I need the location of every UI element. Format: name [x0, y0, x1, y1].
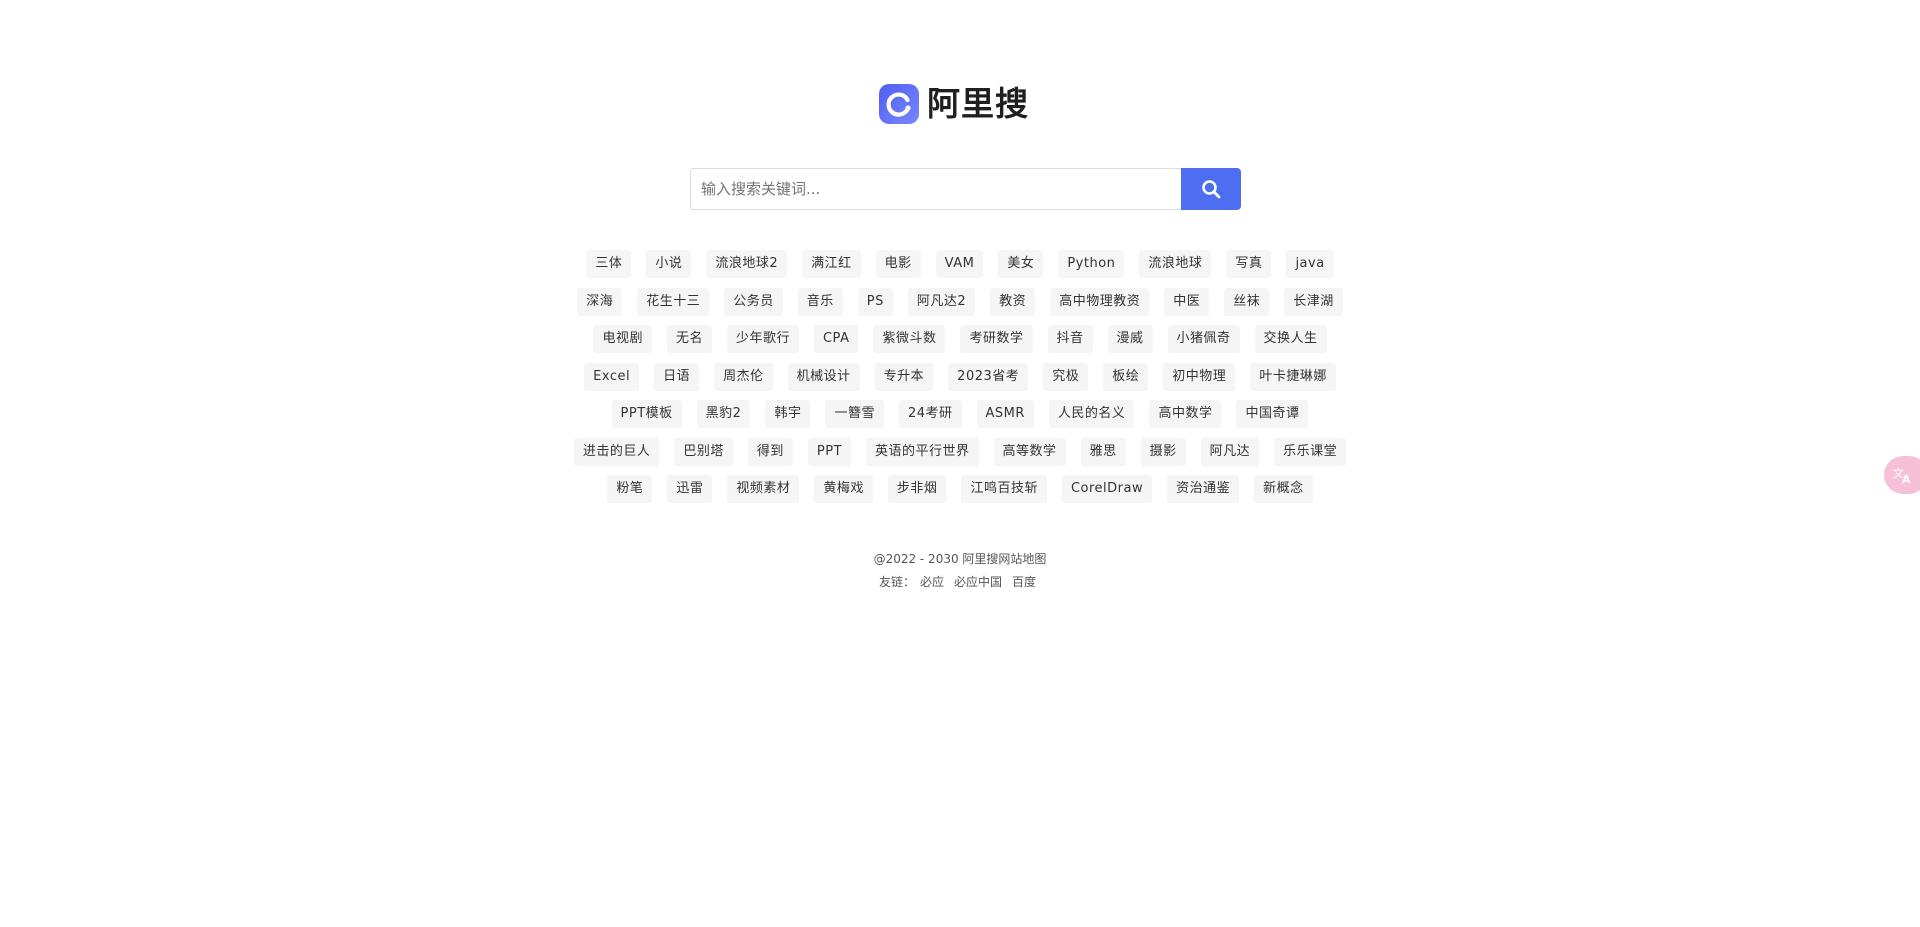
tag[interactable]: 中医	[1164, 287, 1210, 316]
tag[interactable]: Excel	[584, 362, 640, 391]
tag-row: 深海 花生十三 公务员 音乐 PS 阿凡达2 教资 高中物理教资 中医 丝袜 长…	[570, 287, 1351, 316]
tag[interactable]: 音乐	[797, 287, 843, 316]
tag[interactable]: 视频素材	[727, 475, 800, 503]
friend-links-label: 友链：	[878, 575, 915, 589]
tag[interactable]: Python	[1058, 250, 1125, 278]
tag[interactable]: 小说	[646, 250, 692, 278]
copyright: @2022 - 2030 阿里搜网站地图	[0, 548, 1920, 571]
tag[interactable]: 无名	[666, 325, 712, 353]
tag[interactable]: 漫威	[1107, 325, 1153, 353]
tag[interactable]: 资治通鉴	[1167, 475, 1240, 503]
tag[interactable]: 雅思	[1080, 437, 1126, 466]
tag[interactable]: 小猪佩奇	[1167, 325, 1240, 353]
tag[interactable]: 考研数学	[960, 325, 1033, 353]
tag[interactable]: 电影	[875, 250, 921, 278]
tag[interactable]: 阿凡达2	[907, 287, 976, 316]
tag[interactable]: 流浪地球2	[706, 250, 788, 278]
tag[interactable]: CorelDraw	[1061, 475, 1153, 503]
tag[interactable]: 美女	[998, 250, 1044, 278]
hot-tags: 三体 小说 流浪地球2 满江红 电影 VAM 美女 Python 流浪地球 写真…	[550, 250, 1370, 513]
friend-link[interactable]: 百度	[1012, 575, 1036, 589]
translate-float-button[interactable]: 文 A	[1884, 456, 1920, 494]
tag[interactable]: 丝袜	[1224, 287, 1270, 316]
tag[interactable]: VAM	[935, 250, 984, 278]
tag[interactable]: 板绘	[1103, 362, 1149, 391]
tag[interactable]: 写真	[1226, 250, 1272, 278]
tag[interactable]: 高等数学	[993, 437, 1066, 466]
tag[interactable]: 黑豹2	[696, 400, 751, 428]
tag[interactable]: ASMR	[976, 400, 1034, 428]
tag[interactable]: 巴别塔	[674, 437, 733, 466]
search-button[interactable]	[1181, 168, 1241, 210]
tag[interactable]: 步非烟	[887, 475, 947, 503]
tag[interactable]: 究极	[1043, 362, 1089, 391]
tag[interactable]: 抖音	[1047, 325, 1093, 353]
tag[interactable]: 2023省考	[948, 362, 1029, 391]
tag[interactable]: 新概念	[1254, 475, 1313, 503]
tag-row: 电视剧 无名 少年歌行 CPA 紫微斗数 考研数学 抖音 漫威 小猪佩奇 交换人…	[586, 325, 1334, 353]
friend-link[interactable]: 必应	[920, 575, 944, 589]
tag[interactable]: 教资	[990, 287, 1036, 316]
tag-row: Excel 日语 周杰伦 机械设计 专升本 2023省考 究极 板绘 初中物理 …	[577, 362, 1344, 391]
tag[interactable]: 乐乐课堂	[1274, 437, 1347, 466]
search-bar	[690, 168, 1241, 210]
tag[interactable]: 中国奇谭	[1236, 400, 1309, 428]
tag[interactable]: 高中数学	[1149, 400, 1222, 428]
tag[interactable]: 交换人生	[1254, 325, 1327, 353]
svg-text:A: A	[1902, 473, 1911, 486]
tag[interactable]: 少年歌行	[726, 325, 799, 353]
tag[interactable]: PPT	[807, 437, 852, 466]
tag[interactable]: 周杰伦	[714, 362, 773, 391]
tag[interactable]: PS	[857, 287, 893, 316]
tag[interactable]: CPA	[813, 325, 859, 353]
tag[interactable]: 江鸣百技斩	[961, 475, 1047, 503]
tag[interactable]: 深海	[577, 287, 623, 316]
search-icon	[1202, 180, 1221, 199]
tag[interactable]: 阿凡达	[1200, 437, 1260, 466]
tag[interactable]: 摄影	[1140, 437, 1186, 466]
tag[interactable]: 高中物理教资	[1050, 287, 1150, 316]
tag[interactable]: 三体	[586, 250, 632, 278]
tag[interactable]: 人民的名义	[1048, 400, 1135, 428]
tag[interactable]: 电视剧	[593, 325, 652, 353]
tag[interactable]: 得到	[747, 437, 793, 466]
tag[interactable]: 紫微斗数	[873, 325, 946, 353]
sitemap-link[interactable]: @2022 - 2030 阿里搜网站地图	[874, 552, 1047, 566]
tag[interactable]: 迅雷	[667, 475, 713, 503]
tag[interactable]: PPT模板	[611, 400, 682, 428]
logo-text: 阿里搜	[927, 84, 1029, 123]
tag[interactable]: 长津湖	[1284, 287, 1343, 316]
tag[interactable]: 日语	[654, 362, 700, 391]
tag[interactable]: 粉笔	[607, 475, 653, 503]
tag-row: PPT模板 黑豹2 韩宇 一簪雪 24考研 ASMR 人民的名义 高中数学 中国…	[604, 400, 1316, 428]
tag-row: 进击的巨人 巴别塔 得到 PPT 英语的平行世界 高等数学 雅思 摄影 阿凡达 …	[566, 437, 1353, 466]
tag[interactable]: 花生十三	[637, 287, 710, 316]
friend-links: 友链： 必应 必应中国 百度	[0, 571, 1920, 594]
friend-link[interactable]: 必应中国	[954, 575, 1002, 589]
site-logo[interactable]: 阿里搜	[879, 84, 1029, 124]
tag[interactable]: 叶卡捷琳娜	[1250, 362, 1336, 391]
tag[interactable]: 公务员	[724, 287, 783, 316]
tag-row: 三体 小说 流浪地球2 满江红 电影 VAM 美女 Python 流浪地球 写真…	[579, 250, 1341, 278]
tag[interactable]: 流浪地球	[1139, 250, 1212, 278]
tag[interactable]: 满江红	[802, 250, 861, 278]
search-input[interactable]	[690, 168, 1181, 210]
tag[interactable]: 英语的平行世界	[866, 437, 979, 466]
tag[interactable]: 一簪雪	[825, 400, 884, 428]
footer: @2022 - 2030 阿里搜网站地图 友链： 必应 必应中国 百度	[0, 548, 1920, 594]
refresh-circle-logo-icon	[879, 84, 919, 124]
tag[interactable]: java	[1286, 250, 1334, 278]
tag-row: 粉笔 迅雷 视频素材 黄梅戏 步非烟 江鸣百技斩 CorelDraw 资治通鉴 …	[600, 475, 1320, 503]
tag[interactable]: 韩宇	[765, 400, 811, 428]
tag[interactable]: 进击的巨人	[573, 437, 660, 466]
tag[interactable]: 专升本	[874, 362, 934, 391]
translate-icon: 文 A	[1893, 466, 1911, 486]
tag[interactable]: 24考研	[898, 400, 962, 428]
tag[interactable]: 黄梅戏	[814, 475, 873, 503]
tag[interactable]: 初中物理	[1163, 362, 1236, 391]
tag[interactable]: 机械设计	[787, 362, 860, 391]
